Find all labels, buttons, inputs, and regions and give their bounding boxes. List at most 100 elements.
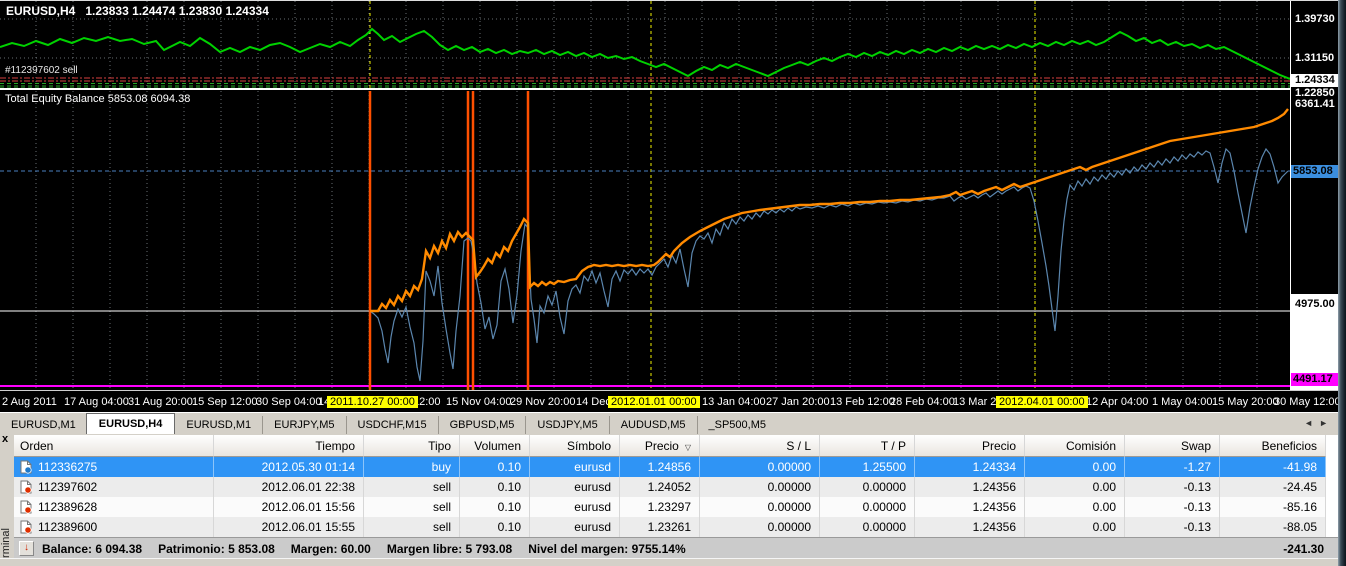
scale-label: 1.31150: [1295, 52, 1334, 64]
column-header-tiempo[interactable]: Tiempo: [214, 435, 364, 457]
equity-chart-svg: [0, 91, 1290, 391]
summary-balance: Balance: 6 094.38: [42, 542, 142, 556]
window-right-edge: [1338, 0, 1346, 566]
timeline-label: 14 Dec: [576, 396, 611, 408]
timeline-label: 17 Aug 04:00: [64, 396, 129, 408]
cell-precio: 1.23261: [620, 517, 700, 537]
cell-tiempo: 2012.06.01 15:56: [214, 497, 364, 517]
column-header-orden[interactable]: Orden: [14, 435, 214, 457]
tab-scroll-arrows[interactable]: ◄►: [1304, 418, 1334, 428]
chart-title: EURUSD,H4 1.23833 1.24474 1.23830 1.24334: [6, 4, 269, 18]
cell-s-mbolo: eurusd: [530, 517, 620, 537]
cell-s-l: 0.00000: [700, 497, 820, 517]
order-row-112336275[interactable]: 1123362752012.05.30 01:14buy0.10eurusd1.…: [14, 457, 1338, 477]
plot-area[interactable]: [0, 1, 1290, 391]
column-header-swap[interactable]: Swap: [1125, 435, 1220, 457]
timeline-label: 15 May 20:00: [1212, 396, 1279, 408]
timeline-label: 31 Aug 20:00: [128, 396, 193, 408]
cell-comisi-n: 0.00: [1025, 457, 1125, 477]
order-line-label: #112397602 sell: [5, 65, 78, 76]
chart-symbol: EURUSD,H4: [6, 4, 75, 18]
table-header-row: OrdenTiempoTipoVolumenSímboloPrecio▽S / …: [14, 435, 1338, 457]
column-header-beneficios[interactable]: Beneficios: [1220, 435, 1326, 457]
cell-beneficios: -41.98: [1220, 457, 1326, 477]
timeline-label: 29 Nov 20:00: [510, 396, 575, 408]
cell-tiempo: 2012.05.30 01:14: [214, 457, 364, 477]
chart-tab-eurusd-m1[interactable]: EURUSD,M1: [0, 416, 87, 435]
chart-tab-usdchf-m15[interactable]: USDCHF,M15: [346, 416, 438, 435]
chart-tab--sp500-m5[interactable]: _SP500,M5: [697, 416, 777, 435]
chart-tab-audusd-m5[interactable]: AUDUSD,M5: [609, 416, 697, 435]
cell-beneficios: -88.05: [1220, 517, 1326, 537]
cell-orden: 112389600: [14, 517, 214, 537]
summary-margen: Margen: 60.00: [291, 542, 371, 556]
cell-precio: 1.24052: [620, 477, 700, 497]
order-doc-icon: [20, 500, 32, 514]
column-header-volumen[interactable]: Volumen: [460, 435, 530, 457]
summary-patrimonio: Patrimonio: 5 853.08: [158, 542, 275, 556]
mt4-window: EURUSD,H4 1.23833 1.24474 1.23830 1.24334…: [0, 0, 1346, 566]
account-summary-row[interactable]: ↓ Balance: 6 094.38 Patrimonio: 5 853.08 Ma…: [14, 537, 1338, 559]
close-terminal-button[interactable]: x: [2, 434, 8, 445]
balance-row-icon: ↓: [19, 541, 34, 556]
chart-tab-eurusd-h4[interactable]: EURUSD,H4: [86, 413, 176, 435]
current-price-box: 1.24334: [1291, 74, 1342, 87]
column-header-comisi-n[interactable]: Comisión: [1025, 435, 1125, 457]
column-header-s-l[interactable]: S / L: [700, 435, 820, 457]
chart-tab-bar: EURUSD,M1EURUSD,H4EURUSD,M1EURJPY,M5USDC…: [0, 412, 1346, 435]
column-header-precio[interactable]: Precio: [915, 435, 1025, 457]
timeline-label: 2 Aug 2011: [2, 396, 57, 408]
time-axis[interactable]: 2 Aug 201117 Aug 04:0031 Aug 20:0015 Sep…: [0, 391, 1338, 413]
timeline-label: 30 Sep 04:00: [256, 396, 321, 408]
chart-ohlc: 1.23833 1.24474 1.23830 1.24334: [85, 4, 269, 18]
column-header-precio[interactable]: Precio▽: [620, 435, 700, 457]
order-row-112389600[interactable]: 1123896002012.06.01 15:55sell0.10eurusd1…: [14, 517, 1338, 537]
tab-scroll-right-icon[interactable]: ►: [1319, 418, 1334, 428]
summary-nivel-del-margen: Nivel del margen: 9755.14%: [528, 542, 685, 556]
column-header-tipo[interactable]: Tipo: [364, 435, 460, 457]
time-axis-line: [0, 390, 1338, 391]
timeline-label: 1 May 04:00: [1152, 396, 1213, 408]
cell-orden: 112389628: [14, 497, 214, 517]
order-doc-icon: [20, 480, 32, 494]
timeline-label: 12 Apr 04:00: [1086, 396, 1148, 408]
timeline-label-highlighted: 2011.10.27 00:00: [327, 396, 418, 408]
total-profit: -241.30: [1283, 542, 1338, 556]
cell-precio: 1.24856: [620, 457, 700, 477]
cell-s-mbolo: eurusd: [530, 457, 620, 477]
terminal-side-strip: x Terminal: [0, 434, 14, 558]
equity-line: [370, 149, 1288, 381]
chart-tab-eurusd-m1[interactable]: EURUSD,M1: [175, 416, 262, 435]
cell-precio: 1.24356: [915, 497, 1025, 517]
cell-s-l: 0.00000: [700, 517, 820, 537]
terminal-panel-label[interactable]: Terminal: [0, 528, 12, 558]
equity-value-box: 5853.08: [1291, 165, 1340, 178]
cell-beneficios: -85.16: [1220, 497, 1326, 517]
cell-orden: 112397602: [14, 477, 214, 497]
scale-label: 1.39730: [1295, 13, 1335, 25]
tab-scroll-left-icon[interactable]: ◄: [1304, 418, 1319, 428]
chart-separator[interactable]: [0, 88, 1338, 90]
order-row-112397602[interactable]: 1123976022012.06.01 22:38sell0.10eurusd1…: [14, 477, 1338, 497]
column-header-s-mbolo[interactable]: Símbolo: [530, 435, 620, 457]
timeline-label: 13 Jan 04:00: [702, 396, 766, 408]
cell-precio: 1.24356: [915, 517, 1025, 537]
column-header-t-p[interactable]: T / P: [820, 435, 915, 457]
chart-area: EURUSD,H4 1.23833 1.24474 1.23830 1.24334…: [0, 0, 1338, 413]
scale-label: 4975.00: [1295, 298, 1335, 310]
cell-swap: -0.13: [1125, 517, 1220, 537]
chart-tab-eurjpy-m5[interactable]: EURJPY,M5: [262, 416, 345, 435]
chart-tab-usdjpy-m5[interactable]: USDJPY,M5: [525, 416, 608, 435]
chart-tab-gbpusd-m5[interactable]: GBPUSD,M5: [438, 416, 526, 435]
cell-tipo: buy: [364, 457, 460, 477]
cell-tipo: sell: [364, 517, 460, 537]
order-row-112389628[interactable]: 1123896282012.06.01 15:56sell0.10eurusd1…: [14, 497, 1338, 517]
cell-comisi-n: 0.00: [1025, 477, 1125, 497]
cell-s-l: 0.00000: [700, 477, 820, 497]
summary-margen-libre: Margen libre: 5 793.08: [387, 542, 512, 556]
cell-s-mbolo: eurusd: [530, 497, 620, 517]
price-scale: 1.39730 1.31150 1.24334 1.22850 6361.41 …: [1290, 1, 1338, 391]
cell-swap: -0.13: [1125, 497, 1220, 517]
cell-s-mbolo: eurusd: [530, 477, 620, 497]
sort-direction-icon: ▽: [685, 443, 691, 452]
